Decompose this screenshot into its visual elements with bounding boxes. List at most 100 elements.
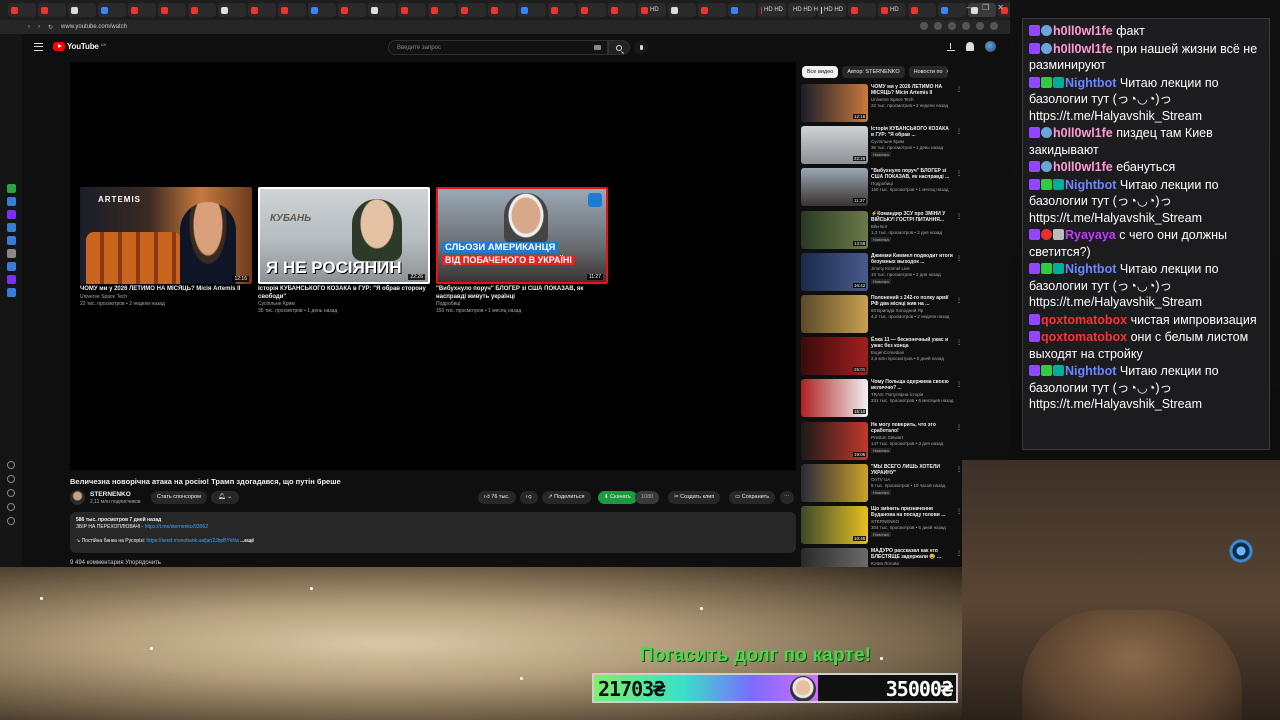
recommended-video[interactable]: "МЫ ВСЕГО ЛИШЬ ХОТЕЛИ УКРАИНУ" OnTV UA 8 т…	[801, 463, 966, 504]
recommended-title[interactable]: ЧОМУ ми у 2026 ЛЕТИМО НА МІСЯЦЬ? Місія A…	[871, 84, 953, 96]
more-vert-icon[interactable]: ⋮	[956, 381, 962, 388]
clip-button[interactable]: ✂ Создать клип	[668, 491, 721, 504]
recommended-video[interactable]: 25:01 Ёлка 11 — бесконечный ужас и ужас б…	[801, 337, 966, 377]
recommended-video[interactable]: Полонений з 242-го полку армії РФ два мі…	[801, 295, 966, 335]
join-button[interactable]: Стать спонсором	[151, 491, 207, 504]
browser-tab[interactable]	[128, 3, 156, 17]
sidebar-app-icon[interactable]	[6, 236, 16, 245]
sidebar-app-icon[interactable]	[6, 210, 16, 219]
more-vert-icon[interactable]: ⋮	[956, 213, 962, 220]
sidebar-app-icon[interactable]	[6, 275, 16, 284]
chip-all-videos[interactable]: Все видео	[802, 66, 839, 78]
like-button[interactable]: 👍︎ 76 тыс.	[478, 491, 516, 504]
youtube-logo[interactable]: YouTube UA	[53, 42, 106, 51]
show-more-link[interactable]: ...ещё	[240, 538, 254, 544]
recommended-title[interactable]: "Вибухнуло поруч" БЛОГЕР зі США ПОКАЗАВ,…	[871, 168, 953, 180]
heart-icon[interactable]	[7, 461, 15, 469]
recommended-channel[interactable]: Universe Space Tech	[871, 97, 913, 102]
endscreen-thumbnail[interactable]: КУБАНЬ Я НЕ РОСІЯНИН 22:26	[258, 187, 430, 284]
recommended-thumbnail[interactable]	[801, 548, 868, 567]
endscreen-thumbnail[interactable]: ARTEMIS 12:16	[80, 187, 252, 284]
browser-tab[interactable]: HD HD	[818, 3, 846, 17]
browser-tab[interactable]	[8, 3, 36, 17]
recommended-video[interactable]: 11:27 "Вибухнуло поруч" БЛОГЕР зі США ПОК…	[801, 168, 966, 208]
endscreen-thumbnail[interactable]: СЛЬОЗИ АМЕРИКАНЦЯ ВІД ПОБАЧЕНОГО В УКРАЇ…	[436, 187, 608, 284]
maximize-icon[interactable]: ❐	[982, 3, 989, 12]
sidebar-app-icon[interactable]	[6, 197, 16, 206]
chat-username[interactable]: Ryayaya	[1065, 228, 1116, 242]
download-icon[interactable]	[7, 489, 15, 497]
search-input[interactable]: Введите запрос	[388, 40, 608, 55]
recommended-title[interactable]: Джимми Киммел подводит итоги безумных вы…	[871, 253, 953, 265]
browser-tab[interactable]: HD HD	[758, 3, 786, 17]
hamburger-menu-icon[interactable]	[34, 43, 43, 51]
browser-tab[interactable]: HD HD HD	[788, 3, 822, 17]
recommended-video[interactable]: МАДУРО рассказал как его БЛЕСТЯЩЕ задерж…	[801, 548, 966, 567]
forward-icon[interactable]: ›	[38, 24, 40, 30]
browser-tab[interactable]	[368, 3, 396, 17]
browser-tab[interactable]	[158, 3, 186, 17]
recommended-thumbnail[interactable]	[801, 463, 868, 502]
browser-tab[interactable]	[698, 3, 726, 17]
more-vert-icon[interactable]: ⋮	[956, 170, 962, 177]
recommended-video[interactable]: 15:10 Чому Польща одержима своєю величчю?…	[801, 379, 966, 419]
keyboard-icon[interactable]	[594, 45, 601, 50]
save-button[interactable]: ▭ Сохранить	[729, 491, 776, 504]
endscreen-title[interactable]: Історія КУБАНСЬКОГО КОЗАКА в ГУР: "Я обр…	[258, 286, 430, 301]
browser-tab[interactable]	[338, 3, 366, 17]
chat-username[interactable]: h0ll0wl1fe	[1053, 42, 1113, 56]
recommended-channel[interactable]: Preston Stewart	[871, 435, 903, 440]
browser-tab[interactable]	[908, 3, 936, 17]
recommended-thumbnail[interactable]	[801, 295, 868, 333]
notification-toggle[interactable]: 🔔︎ ⌄	[211, 491, 239, 504]
chat-username[interactable]: h0ll0wl1fe	[1053, 160, 1113, 174]
browser-tab[interactable]	[938, 3, 966, 17]
endscreen-title[interactable]: ЧОМУ ми у 2026 ЛЕТИМО НА МІСЯЦЬ? Місія A…	[80, 286, 252, 294]
search-button[interactable]	[608, 40, 630, 55]
browser-tab[interactable]	[728, 3, 756, 17]
settings-icon[interactable]	[7, 503, 15, 511]
browser-tab[interactable]	[488, 3, 516, 17]
recommended-channel[interactable]: Jimmy Kimmel Live	[871, 266, 910, 271]
voice-search-button[interactable]	[634, 40, 648, 54]
recommended-title[interactable]: Не могу поверить, что это сработало!	[871, 422, 953, 434]
browser-tab[interactable]	[248, 3, 276, 17]
recommended-video[interactable]: 19:06 Не могу поверить, что это сработало…	[801, 421, 966, 462]
recommended-video[interactable]: 16:42 Джимми Киммел подводит итоги безумн…	[801, 252, 966, 293]
recommended-channel[interactable]: Суспільне Крим	[871, 139, 904, 144]
more-vert-icon[interactable]: ⋮	[956, 86, 962, 93]
browser-tab[interactable]	[848, 3, 876, 17]
extension-icon[interactable]	[976, 22, 984, 30]
recommended-channel[interactable]: EvgenComedian	[871, 350, 904, 355]
recommended-channel[interactable]: 93 Бригада Холодний Яр	[871, 308, 923, 313]
chat-username[interactable]: h0ll0wl1fe	[1053, 126, 1113, 140]
create-icon[interactable]	[947, 42, 955, 51]
profile-icon[interactable]	[990, 22, 998, 30]
browser-tab[interactable]: HD	[638, 3, 666, 17]
recommended-title[interactable]: Полонений з 242-го полку армії РФ два мі…	[871, 295, 953, 307]
browser-tab[interactable]	[578, 3, 606, 17]
account-avatar[interactable]	[985, 41, 996, 52]
chat-username[interactable]: Nightbot	[1065, 178, 1116, 192]
recommended-channel[interactable]: OnTV UA	[871, 477, 890, 482]
description-link[interactable]: https://send.monobank.ua/jar/2JbpBYkNa	[146, 538, 238, 544]
description-box[interactable]: 586 тыс. просмотров 7 дней назад ЗБІР НА…	[70, 512, 796, 553]
extension-icon[interactable]	[962, 22, 970, 30]
browser-tab[interactable]	[68, 3, 96, 17]
back-icon[interactable]: ‹	[28, 24, 30, 30]
recommended-channel[interactable]: TRAS: Популярна історія	[871, 392, 923, 397]
sidebar-app-icon[interactable]	[6, 184, 16, 193]
browser-tab[interactable]	[98, 3, 126, 17]
channel-name[interactable]: STERNENKO	[90, 491, 131, 498]
extension-icon[interactable]	[948, 22, 956, 30]
browser-tab[interactable]	[608, 3, 636, 17]
sidebar-app-icon[interactable]	[6, 223, 16, 232]
recommended-title[interactable]: ⚡Командир ЗСУ про ЗМІНИ У ВІЙСЬКУ! ГОСТР…	[871, 211, 953, 223]
minimize-icon[interactable]: —	[966, 3, 974, 12]
recommended-channel[interactable]: Вйн Бот	[871, 224, 888, 229]
browser-tab[interactable]	[548, 3, 576, 17]
extension-icon[interactable]	[934, 22, 942, 30]
close-icon[interactable]: ✕	[997, 3, 1004, 12]
more-vert-icon[interactable]: ⋮	[956, 297, 962, 304]
recommended-channel[interactable]: STERNENKO	[871, 519, 899, 524]
